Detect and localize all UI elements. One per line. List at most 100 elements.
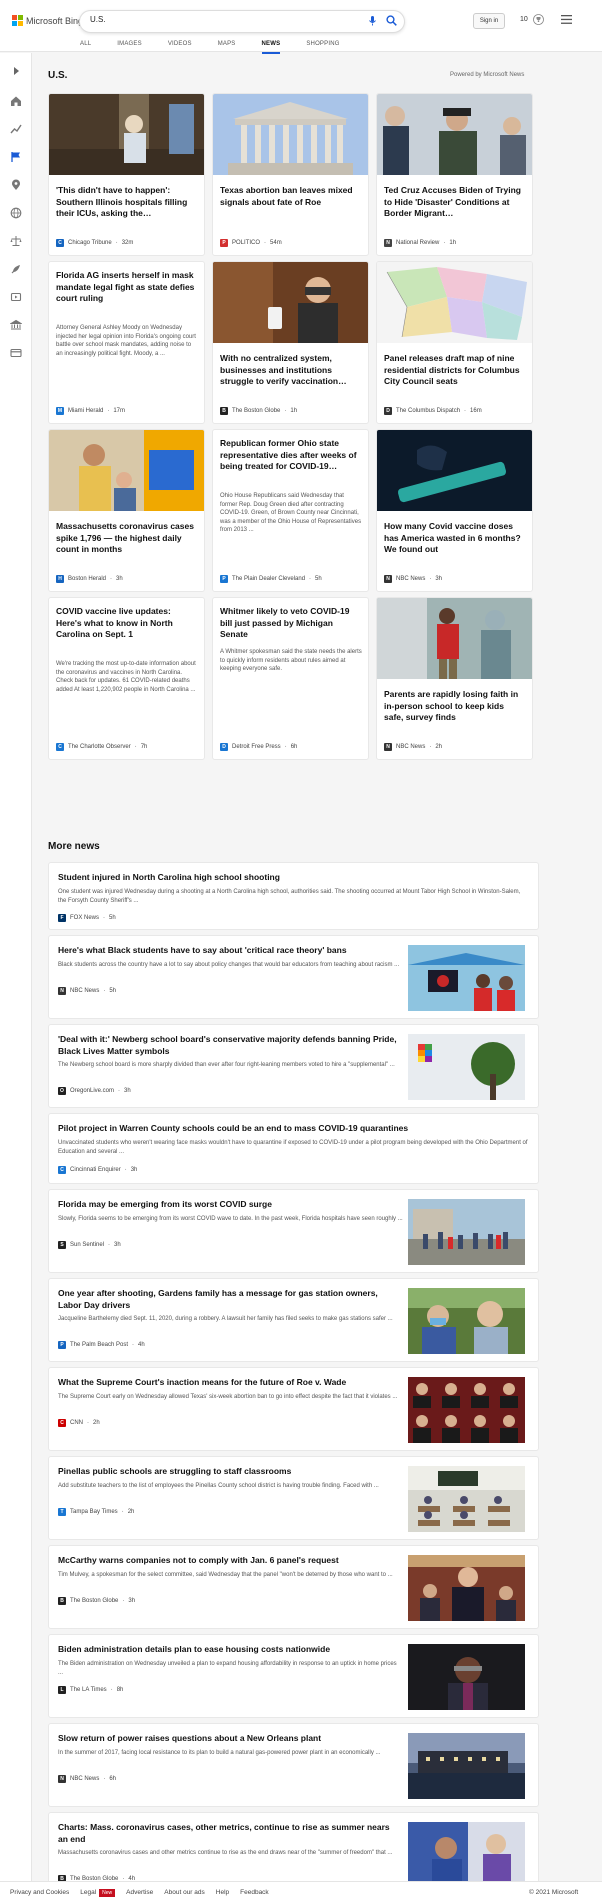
microphone-icon[interactable] xyxy=(369,16,376,26)
news-card[interactable]: Ted Cruz Accuses Biden of Trying to Hide… xyxy=(376,93,533,256)
news-card-summary: A Whitmer spokesman said the state needs… xyxy=(220,649,362,672)
list-item-title[interactable]: Biden administration details plan to eas… xyxy=(58,1644,398,1656)
list-item-summary: Massachusetts coronavirus cases and othe… xyxy=(58,1850,393,1856)
news-card-title[interactable]: COVID vaccine live updates: Here's what … xyxy=(56,606,196,641)
powered-by-label: Powered by Microsoft News xyxy=(450,72,525,78)
list-item[interactable]: 'Deal with it:' Newberg school board's c… xyxy=(48,1024,539,1108)
list-item-image xyxy=(408,1034,525,1100)
list-item-title[interactable]: Slow return of power raises questions ab… xyxy=(58,1733,398,1745)
list-item-title[interactable]: Pinellas public schools are struggling t… xyxy=(58,1466,398,1478)
list-item-title[interactable]: One year after shooting, Gardens family … xyxy=(58,1288,398,1311)
list-item[interactable]: Here's what Black students have to say a… xyxy=(48,935,539,1019)
news-card-title[interactable]: Texas abortion ban leaves mixed signals … xyxy=(220,185,360,208)
expand-arrow-icon[interactable] xyxy=(10,65,22,77)
footer-link-advertise[interactable]: Advertise xyxy=(126,1889,153,1896)
tab-videos[interactable]: VIDEOS xyxy=(168,41,192,54)
news-card[interactable]: Texas abortion ban leaves mixed signals … xyxy=(212,93,369,256)
list-item[interactable]: Pilot project in Warren County schools c… xyxy=(48,1113,539,1184)
news-card-image xyxy=(377,262,532,343)
list-item[interactable]: Biden administration details plan to eas… xyxy=(48,1634,539,1718)
tab-shopping[interactable]: SHOPPING xyxy=(306,41,339,54)
list-item-image xyxy=(408,1822,525,1888)
world-globe-icon[interactable] xyxy=(10,207,22,219)
source-logo-icon: S xyxy=(58,1241,66,1249)
source-logo-icon: N xyxy=(58,987,66,995)
list-item-image xyxy=(408,1288,525,1354)
source-logo-icon: N xyxy=(384,575,392,583)
footer-link-help[interactable]: Help xyxy=(216,1889,229,1896)
list-item[interactable]: One year after shooting, Gardens family … xyxy=(48,1278,539,1362)
list-item[interactable]: Slow return of power raises questions ab… xyxy=(48,1723,539,1807)
news-card-source: P POLITICO · 54m xyxy=(220,239,282,247)
news-card-title[interactable]: How many Covid vaccine doses has America… xyxy=(384,521,524,556)
hamburger-menu-icon[interactable] xyxy=(561,15,572,24)
list-item-summary: The Biden administration on Wednesday un… xyxy=(58,1661,397,1676)
news-card-title[interactable]: Panel releases draft map of nine residen… xyxy=(384,353,524,388)
search-input[interactable] xyxy=(90,15,350,24)
list-item-summary: Unvaccinated students who weren't wearin… xyxy=(58,1140,528,1155)
entertainment-icon[interactable] xyxy=(10,291,22,303)
news-card-title[interactable]: With no centralized system, businesses a… xyxy=(220,353,360,388)
list-item-title[interactable]: Charts: Mass. coronavirus cases, other m… xyxy=(58,1822,398,1845)
news-card-summary: Attorney General Ashley Moody on Wednesd… xyxy=(56,325,196,357)
list-item-summary: Black students across the country have a… xyxy=(58,962,400,968)
news-card-summary: We're tracking the most up-to-date infor… xyxy=(56,661,196,693)
list-item[interactable]: Pinellas public schools are struggling t… xyxy=(48,1456,539,1540)
list-item-title[interactable]: Florida may be emerging from its worst C… xyxy=(58,1199,398,1211)
search-box[interactable] xyxy=(79,10,405,33)
news-card-title[interactable]: 'This didn't have to happen': Southern I… xyxy=(56,185,196,220)
list-item-title[interactable]: McCarthy warns companies not to comply w… xyxy=(58,1555,398,1567)
tab-maps[interactable]: MAPS xyxy=(218,41,236,54)
politics-scale-icon[interactable] xyxy=(10,235,22,247)
top-bar: Microsoft Bing Sign in 10 ALL IMAGES VID… xyxy=(0,0,602,54)
list-item-title[interactable]: Student injured in North Carolina high s… xyxy=(58,872,528,884)
list-item[interactable]: Florida may be emerging from its worst C… xyxy=(48,1189,539,1273)
sign-in-button[interactable]: Sign in xyxy=(473,13,505,29)
rewards-button[interactable]: 10 xyxy=(520,14,544,25)
news-card-title[interactable]: Republican former Ohio state representat… xyxy=(220,438,360,473)
news-card[interactable]: Parents are rapidly losing faith in in-p… xyxy=(376,597,533,760)
news-card-title[interactable]: Massachusetts coronavirus cases spike 1,… xyxy=(56,521,196,556)
tab-news[interactable]: NEWS xyxy=(261,41,281,54)
search-icon[interactable] xyxy=(386,15,397,26)
footer-link-privacy[interactable]: Privacy and Cookies xyxy=(10,1889,69,1896)
tab-images[interactable]: IMAGES xyxy=(117,41,142,54)
news-card-title[interactable]: Parents are rapidly losing faith in in-p… xyxy=(384,689,524,724)
tab-all[interactable]: ALL xyxy=(80,41,91,54)
home-icon[interactable] xyxy=(10,95,22,107)
science-rocket-icon[interactable] xyxy=(10,263,22,275)
news-card[interactable]: Massachusetts coronavirus cases spike 1,… xyxy=(48,429,205,592)
news-card[interactable]: Republican former Ohio state representat… xyxy=(212,429,369,592)
news-card[interactable]: Florida AG inserts herself in mask manda… xyxy=(48,261,205,424)
list-item-title[interactable]: 'Deal with it:' Newberg school board's c… xyxy=(58,1034,398,1057)
news-card[interactable]: 'This didn't have to happen': Southern I… xyxy=(48,93,205,256)
list-item-image xyxy=(408,1377,525,1443)
list-item[interactable]: What the Supreme Court's inaction means … xyxy=(48,1367,539,1451)
us-flag-icon[interactable] xyxy=(10,151,22,163)
trending-icon[interactable] xyxy=(10,123,22,135)
news-card-title[interactable]: Florida AG inserts herself in mask manda… xyxy=(56,270,196,305)
bing-logo[interactable]: Microsoft Bing xyxy=(12,15,83,26)
source-logo-icon: D xyxy=(220,743,228,751)
news-card-title[interactable]: Whitmer likely to veto COVID-19 bill jus… xyxy=(220,606,360,641)
footer-link-feedback[interactable]: Feedback xyxy=(240,1889,269,1896)
news-card[interactable]: Whitmer likely to veto COVID-19 bill jus… xyxy=(212,597,369,760)
source-logo-icon: B xyxy=(220,407,228,415)
list-item[interactable]: McCarthy warns companies not to comply w… xyxy=(48,1545,539,1629)
local-pin-icon[interactable] xyxy=(10,179,22,191)
news-card-title[interactable]: Ted Cruz Accuses Biden of Trying to Hide… xyxy=(384,185,524,220)
footer-link-about-ads[interactable]: About our ads xyxy=(164,1889,204,1896)
list-item[interactable]: Student injured in North Carolina high s… xyxy=(48,862,539,930)
news-card[interactable]: With no centralized system, businesses a… xyxy=(212,261,369,424)
list-item-summary: In the summer of 2017, facing local resi… xyxy=(58,1750,381,1756)
list-item-title[interactable]: Here's what Black students have to say a… xyxy=(58,945,398,957)
news-card[interactable]: Panel releases draft map of nine residen… xyxy=(376,261,533,424)
business-bank-icon[interactable] xyxy=(10,319,22,331)
footer-link-legal[interactable]: Legal New xyxy=(80,1889,116,1897)
list-item-title[interactable]: Pilot project in Warren County schools c… xyxy=(58,1123,528,1135)
news-card-image xyxy=(377,598,532,679)
news-card[interactable]: How many Covid vaccine doses has America… xyxy=(376,429,533,592)
news-card[interactable]: COVID vaccine live updates: Here's what … xyxy=(48,597,205,760)
money-card-icon[interactable] xyxy=(10,347,22,359)
list-item-title[interactable]: What the Supreme Court's inaction means … xyxy=(58,1377,398,1389)
